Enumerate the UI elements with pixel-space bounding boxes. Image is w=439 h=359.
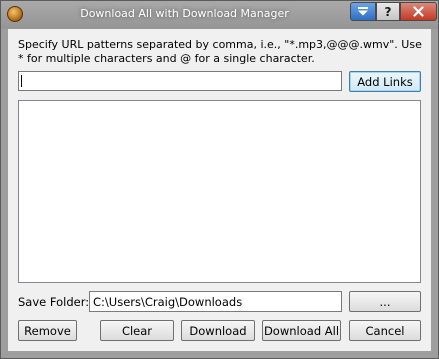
clear-button[interactable]: Clear xyxy=(100,320,174,341)
remove-button[interactable]: Remove xyxy=(18,320,77,341)
close-button[interactable] xyxy=(400,2,437,21)
help-icon: ? xyxy=(384,4,392,19)
browse-folder-button[interactable]: ... xyxy=(349,291,421,312)
dropdown-arrow-icon xyxy=(358,7,368,16)
help-button[interactable]: ? xyxy=(376,2,400,21)
add-links-button[interactable]: Add Links xyxy=(349,71,421,92)
url-pattern-input[interactable] xyxy=(18,71,342,91)
title-bar[interactable]: Download All with Download Manager ? xyxy=(1,1,438,29)
dialog-body: Specify URL patterns separated by comma,… xyxy=(8,29,431,351)
menu-dropdown-button[interactable] xyxy=(350,2,376,21)
save-folder-label: Save Folder: xyxy=(18,295,90,309)
download-all-dialog: Download All with Download Manager ? Spe… xyxy=(0,0,439,359)
links-list[interactable] xyxy=(18,100,421,283)
instructions-text: Specify URL patterns separated by comma,… xyxy=(18,38,422,65)
close-icon xyxy=(413,6,424,17)
cancel-button[interactable]: Cancel xyxy=(349,320,421,341)
download-button[interactable]: Download xyxy=(181,320,255,341)
download-all-button[interactable]: Download All xyxy=(262,320,341,341)
window-title: Download All with Download Manager xyxy=(80,7,289,20)
save-folder-input[interactable]: C:\Users\Craig\Downloads xyxy=(89,291,342,312)
app-icon[interactable] xyxy=(7,6,23,22)
text-caret xyxy=(21,75,22,87)
